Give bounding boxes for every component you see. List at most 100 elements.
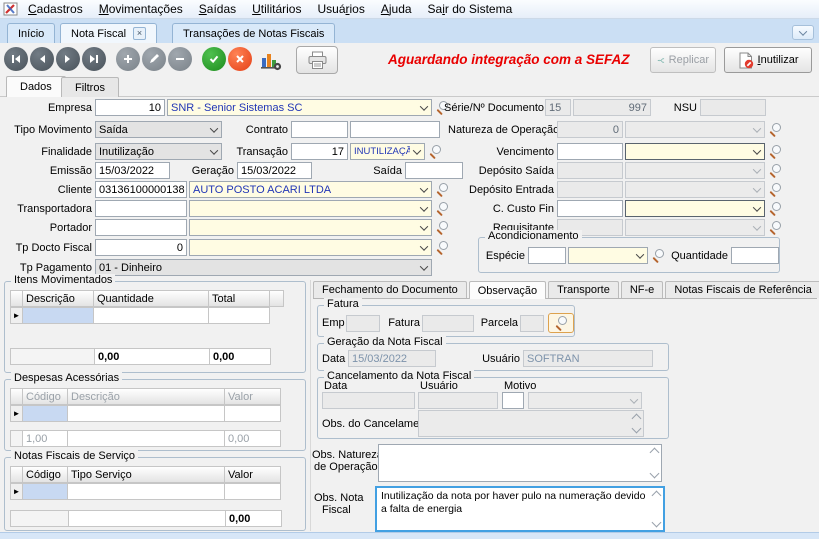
menu-item-usuarios[interactable]: Usuários: [309, 2, 372, 16]
tab-notas-referencia[interactable]: Notas Fiscais de Referência: [665, 281, 819, 298]
scroll-down-icon[interactable]: [650, 469, 660, 479]
itens-col-quantidade[interactable]: Quantidade: [93, 290, 209, 307]
menu-item-saidas[interactable]: Saídas: [191, 2, 244, 16]
tab-observacao[interactable]: Observação: [469, 281, 546, 299]
emissao-input[interactable]: 15/03/2022: [95, 162, 170, 179]
tab-overflow-button[interactable]: [792, 25, 814, 40]
empresa-code-input[interactable]: 10: [95, 99, 165, 116]
contrato-code-input[interactable]: [291, 121, 348, 138]
cliente-code-input[interactable]: 03136100000138: [95, 181, 187, 198]
tp-docto-search-icon[interactable]: [434, 240, 450, 256]
itens-cell-descricao[interactable]: [22, 307, 94, 324]
especie-search-icon[interactable]: [650, 248, 664, 264]
geracao-input[interactable]: 15/03/2022: [237, 162, 312, 179]
fatura-emp-input[interactable]: [346, 315, 380, 332]
requisitante-search-icon[interactable]: [767, 220, 783, 236]
confirm-button[interactable]: [202, 47, 226, 71]
itens-table-row[interactable]: ►: [11, 307, 299, 324]
menu-item-movimentacoes[interactable]: Movimentações: [91, 2, 191, 16]
transacao-select[interactable]: INUTILIZAÇÃO: [350, 143, 425, 160]
deposito-entrada-code-input[interactable]: [557, 181, 623, 198]
natureza-select[interactable]: [625, 121, 765, 138]
menu-item-cadastros[interactable]: Cadastros: [20, 2, 91, 16]
fatura-parcela-input[interactable]: [520, 315, 544, 332]
servico-col-valor[interactable]: Valor: [224, 466, 281, 483]
last-record-button[interactable]: [82, 47, 106, 71]
chart-button[interactable]: [258, 48, 284, 72]
tab-fechamento[interactable]: Fechamento do Documento: [313, 281, 467, 298]
scroll-up-icon[interactable]: [632, 414, 642, 424]
menu-item-sair[interactable]: Sair do Sistema: [420, 2, 521, 16]
add-record-button[interactable]: [116, 47, 140, 71]
cancelamento-motivo-select[interactable]: [528, 392, 642, 409]
vencimento-select[interactable]: [625, 143, 765, 160]
tp-pagamento-select[interactable]: 01 - Dinheiro: [95, 259, 432, 276]
first-record-button[interactable]: [4, 47, 28, 71]
inutilizar-button[interactable]: Inutilizar: [724, 47, 812, 73]
fatura-fatura-input[interactable]: [422, 315, 474, 332]
numero-documento-input[interactable]: 997: [573, 99, 651, 116]
itens-cell-quantidade[interactable]: [93, 307, 209, 324]
edit-record-button[interactable]: [142, 47, 166, 71]
replicar-button[interactable]: Replicar: [650, 47, 716, 73]
natureza-code-input[interactable]: 0: [557, 121, 623, 138]
deposito-saida-search-icon[interactable]: [767, 163, 783, 179]
custo-fin-code-input[interactable]: [557, 200, 623, 217]
tab-filtros[interactable]: Filtros: [61, 77, 119, 97]
especie-code-input[interactable]: [528, 247, 566, 264]
previous-record-button[interactable]: [30, 47, 54, 71]
cancel-button[interactable]: [228, 47, 252, 71]
deposito-saida-select[interactable]: [625, 162, 765, 179]
cancelamento-motivo-input[interactable]: [502, 392, 524, 409]
nsu-input[interactable]: [700, 99, 766, 116]
print-button[interactable]: [296, 46, 338, 74]
deposito-entrada-search-icon[interactable]: [767, 182, 783, 198]
itens-cell-total[interactable]: [208, 307, 270, 324]
tab-transacoes[interactable]: Transações de Notas Fiscais: [172, 23, 335, 43]
servico-col-tipo[interactable]: Tipo Serviço: [67, 466, 225, 483]
vencimento-search-icon[interactable]: [767, 144, 783, 160]
servico-cell-valor[interactable]: [224, 483, 281, 500]
fatura-search-button[interactable]: [548, 313, 574, 333]
empresa-select[interactable]: SNR - Senior Sistemas SC: [167, 99, 432, 116]
servico-table-row[interactable]: ►: [11, 483, 299, 500]
vencimento-code-input[interactable]: [557, 143, 623, 160]
itens-col-total[interactable]: Total: [208, 290, 270, 307]
transportadora-code-input[interactable]: [95, 200, 187, 217]
tab-inicio[interactable]: Início: [7, 23, 55, 43]
itens-col-descricao[interactable]: Descrição: [22, 290, 94, 307]
portador-select[interactable]: [189, 219, 432, 236]
deposito-saida-code-input[interactable]: [557, 162, 623, 179]
obs-nota-fiscal-textarea[interactable]: Inutilização da nota por haver pulo na n…: [375, 486, 665, 532]
scroll-up-icon[interactable]: [652, 491, 662, 501]
requisitante-select[interactable]: [625, 219, 765, 236]
delete-record-button[interactable]: [168, 47, 192, 71]
menu-item-utilitarios[interactable]: Utilitários: [244, 2, 309, 16]
custo-fin-search-icon[interactable]: [767, 201, 783, 217]
obs-natureza-textarea[interactable]: [378, 444, 662, 482]
tab-nota-fiscal[interactable]: Nota Fiscal ×: [60, 23, 157, 43]
deposito-entrada-select[interactable]: [625, 181, 765, 198]
menu-item-ajuda[interactable]: Ajuda: [373, 2, 420, 16]
portador-code-input[interactable]: [95, 219, 187, 236]
servico-cell-codigo[interactable]: [22, 483, 68, 500]
close-icon[interactable]: ×: [133, 27, 146, 40]
quantidade-input[interactable]: [731, 247, 779, 264]
tab-nfe[interactable]: NF-e: [621, 281, 663, 298]
especie-select[interactable]: [568, 247, 648, 264]
tab-dados[interactable]: Dados: [6, 76, 66, 97]
servico-cell-tipo[interactable]: [67, 483, 225, 500]
custo-fin-select[interactable]: [625, 200, 765, 217]
scroll-up-icon[interactable]: [650, 448, 660, 458]
transportadora-select[interactable]: [189, 200, 432, 217]
transacao-search-icon[interactable]: [427, 144, 443, 160]
tp-docto-code-input[interactable]: 0: [95, 239, 187, 256]
contrato-desc-input[interactable]: [350, 121, 440, 138]
serie-input[interactable]: 15: [545, 99, 571, 116]
scroll-down-icon[interactable]: [652, 518, 662, 528]
servico-col-codigo[interactable]: Código: [22, 466, 68, 483]
transacao-code-input[interactable]: 17: [291, 143, 348, 160]
finalidade-select[interactable]: Inutilização: [95, 143, 222, 160]
tp-docto-select[interactable]: [189, 239, 432, 256]
tab-transporte[interactable]: Transporte: [548, 281, 619, 298]
